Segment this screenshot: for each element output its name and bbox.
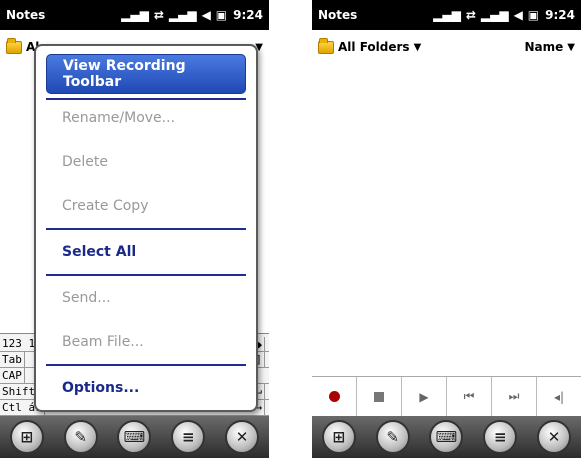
menu-separator	[46, 364, 246, 366]
play-button[interactable]: ▶	[402, 377, 447, 416]
folder-bar: All Folders ▼ Name ▼	[312, 30, 581, 64]
volume-button[interactable]: ◂|	[537, 377, 581, 416]
battery-icon: ▣	[527, 8, 540, 22]
chevron-down-icon[interactable]: ▼	[414, 42, 422, 53]
volume-icon: ◂|	[553, 389, 565, 404]
rewind-icon: ⏮	[463, 389, 475, 403]
record-icon	[328, 391, 340, 402]
signal-icon: ▂▄▆	[433, 8, 461, 22]
softkey-bar: ⊞ ✎ ⌨ ≡ ✕	[0, 416, 269, 458]
menu-item-rename-move[interactable]: Rename/Move...	[46, 98, 246, 138]
fast-forward-icon: ⏭	[508, 389, 520, 403]
key-123[interactable]: 123 1	[0, 336, 39, 351]
battery-icon: ▣	[215, 8, 228, 22]
speaker-icon[interactable]: ◀	[202, 8, 211, 22]
sync-icon: ⇄	[153, 8, 164, 22]
clock[interactable]: 9:24	[545, 8, 575, 22]
status-bar: Notes ▂▄▆ ⇄ ▂▄▆ ◀ ▣ 9:24	[0, 0, 269, 30]
key-shift[interactable]: Shift	[0, 384, 39, 399]
stop-button[interactable]	[357, 377, 402, 416]
menu-icon[interactable]: ≡	[483, 420, 518, 454]
sort-dropdown[interactable]: Name	[525, 40, 564, 54]
record-button[interactable]	[312, 377, 357, 416]
app-title: Notes	[6, 8, 46, 22]
fast-forward-button[interactable]: ⏭	[492, 377, 537, 416]
notes-screen-menu-open: Notes ▂▄▆ ⇄ ▂▄▆ ◀ ▣ 9:24 Al ▼ 123 1 ◆ Ta…	[0, 0, 269, 458]
menu-item-create-copy[interactable]: Create Copy	[46, 186, 246, 226]
menu-icon[interactable]: ≡	[171, 420, 206, 454]
context-menu: View Recording Toolbar Rename/Move... De…	[34, 44, 258, 412]
notes-icon[interactable]: ✎	[375, 420, 410, 454]
key-caps[interactable]: CAP	[0, 368, 25, 383]
menu-separator	[46, 274, 246, 276]
folder-icon	[6, 37, 22, 54]
signal-icon: ▂▄▆	[121, 8, 149, 22]
chevron-down-icon[interactable]: ▼	[567, 42, 575, 53]
recording-toolbar: ▶ ⏮ ⏭ ◂|	[312, 376, 581, 416]
menu-separator	[46, 228, 246, 230]
windows-start-icon[interactable]: ⊞	[9, 420, 44, 454]
folder-dropdown[interactable]: All Folders	[338, 40, 410, 54]
key-tab[interactable]: Tab	[0, 352, 25, 367]
menu-item-beam-file[interactable]: Beam File...	[46, 322, 246, 362]
rewind-button[interactable]: ⏮	[447, 377, 492, 416]
signal-icon: ▂▄▆	[480, 8, 509, 22]
softkey-bar: ⊞ ✎ ⌨ ≡ ✕	[312, 416, 581, 458]
close-icon[interactable]: ✕	[225, 420, 260, 454]
notes-screen-recording-toolbar: Notes ▂▄▆ ⇄ ▂▄▆ ◀ ▣ 9:24 All Folders ▼ N…	[312, 0, 581, 458]
notes-icon[interactable]: ✎	[63, 420, 98, 454]
menu-item-options[interactable]: Options...	[46, 368, 246, 408]
menu-item-send[interactable]: Send...	[46, 278, 246, 318]
sync-icon: ⇄	[465, 8, 476, 22]
menu-item-view-recording-toolbar[interactable]: View Recording Toolbar	[46, 54, 246, 94]
status-bar: Notes ▂▄▆ ⇄ ▂▄▆ ◀ ▣ 9:24	[312, 0, 581, 30]
speaker-icon[interactable]: ◀	[514, 8, 523, 22]
stop-icon	[374, 391, 384, 402]
keyboard-icon[interactable]: ⌨	[117, 420, 152, 454]
play-icon: ▶	[419, 389, 429, 404]
folder-icon	[318, 37, 334, 54]
windows-start-icon[interactable]: ⊞	[321, 420, 356, 454]
keyboard-icon[interactable]: ⌨	[429, 420, 464, 454]
close-icon[interactable]: ✕	[537, 420, 572, 454]
clock[interactable]: 9:24	[233, 8, 263, 22]
signal-icon: ▂▄▆	[168, 8, 197, 22]
menu-item-delete[interactable]: Delete	[46, 142, 246, 182]
menu-item-select-all[interactable]: Select All	[46, 232, 246, 272]
app-title: Notes	[318, 8, 358, 22]
